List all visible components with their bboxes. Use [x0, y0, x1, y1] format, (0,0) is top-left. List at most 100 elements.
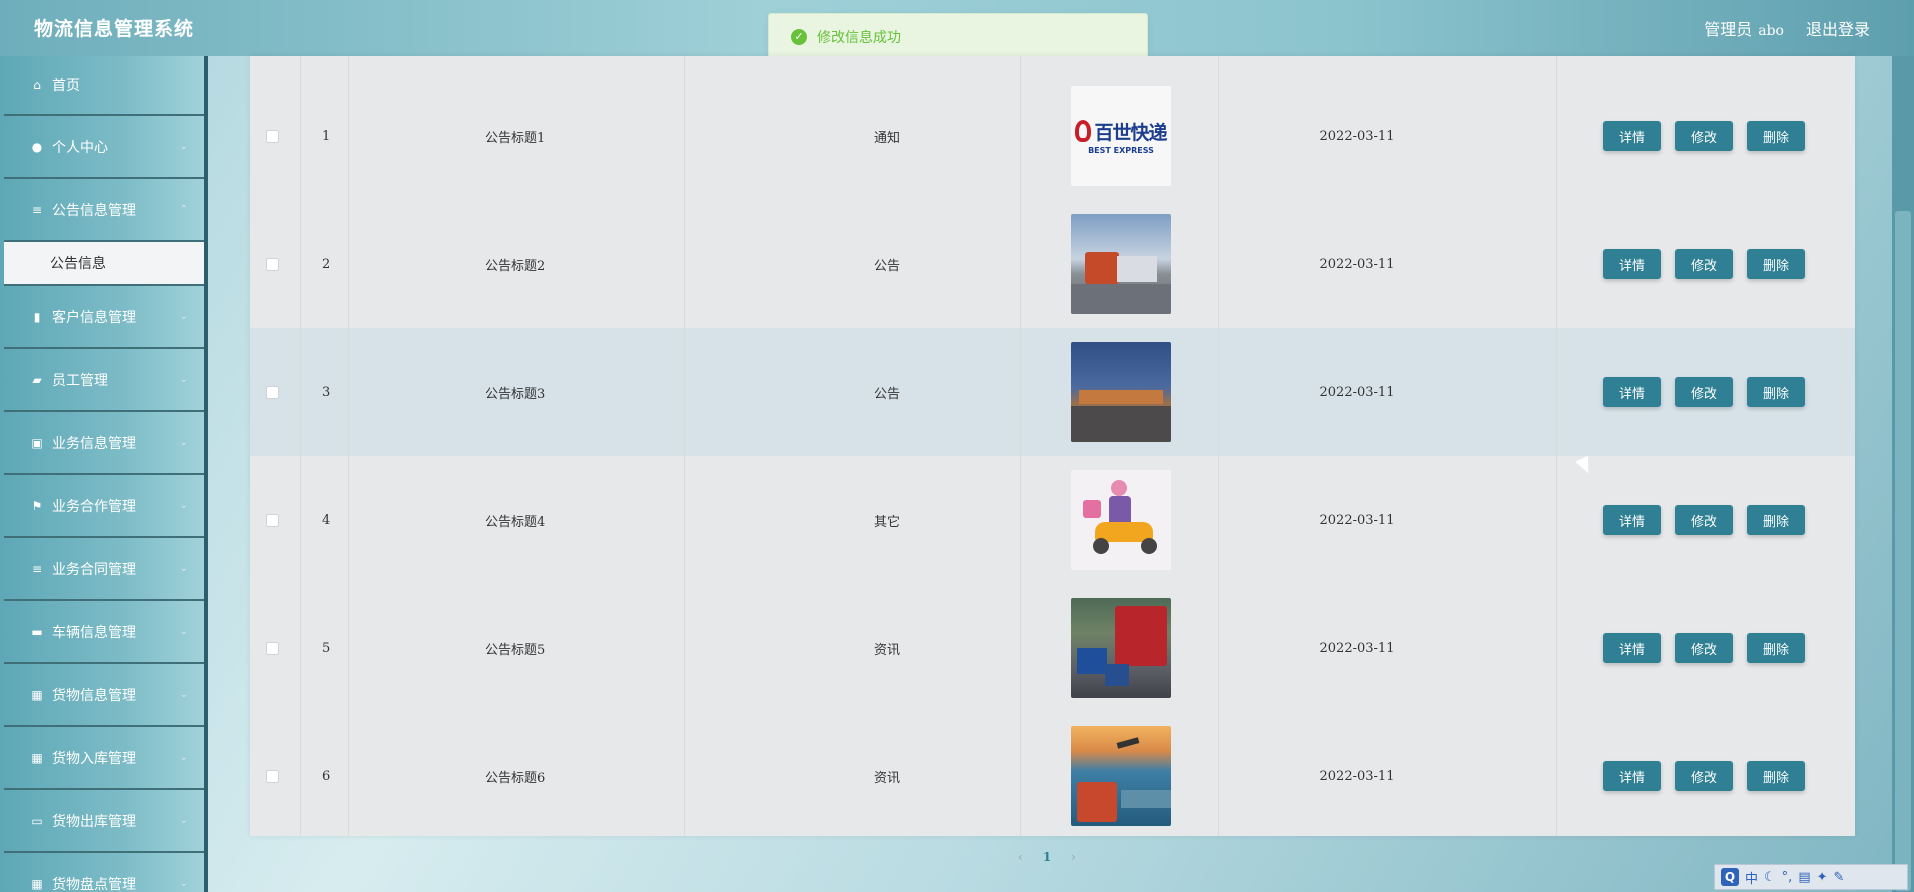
- chevron-up-icon: ⌃: [179, 204, 188, 215]
- chevron-down-icon: ⌄: [179, 563, 188, 574]
- edit-button[interactable]: 修改: [1675, 505, 1733, 535]
- sidebar-item-goods-info[interactable]: ▦ 货物信息管理 ⌄: [4, 664, 204, 727]
- success-toast: ✓ 修改信息成功: [768, 13, 1148, 61]
- delete-button[interactable]: 删除: [1747, 377, 1805, 407]
- logout-button[interactable]: 退出登录: [1806, 16, 1870, 40]
- ime-toolbar: Q 中 ☾ °, ▤ ✦ ✎: [1714, 864, 1908, 890]
- page-number-current[interactable]: 1: [1043, 850, 1051, 864]
- detail-button[interactable]: 详情: [1603, 633, 1661, 663]
- sidebar-item-vehicle-info[interactable]: ▬ 车辆信息管理 ⌄: [4, 601, 204, 664]
- wrench-icon[interactable]: ✎: [1834, 870, 1845, 885]
- page-scrollbar[interactable]: [1892, 56, 1914, 892]
- sidebar-item-business-contract[interactable]: ≡ 业务合同管理 ⌄: [4, 538, 204, 601]
- sidebar-item-profile[interactable]: ● 个人中心 ⌄: [4, 116, 204, 179]
- delete-button[interactable]: 删除: [1747, 761, 1805, 791]
- logo-cn-text: 百世快递: [1094, 121, 1167, 144]
- sidebar-item-label: 首页: [52, 78, 80, 94]
- sidebar-item-goods-inventory[interactable]: ▦ 货物盘点管理 ⌄: [4, 853, 204, 892]
- detail-button[interactable]: 详情: [1603, 249, 1661, 279]
- column-divider: [348, 56, 349, 836]
- sidebar-item-notice-management[interactable]: ≡ 公告信息管理 ⌃: [4, 179, 204, 242]
- column-divider: [300, 56, 301, 836]
- table-row[interactable]: 4 公告标题4 其它 2022-03-11 详情 修改 删除: [250, 456, 1855, 584]
- row-index: 5: [322, 640, 331, 656]
- ime-logo-icon[interactable]: Q: [1721, 868, 1739, 886]
- keyboard-icon[interactable]: ▤: [1798, 870, 1810, 885]
- moon-icon[interactable]: ☾: [1764, 870, 1776, 885]
- sidebar-item-business-info[interactable]: ▣ 业务信息管理 ⌄: [4, 412, 204, 475]
- edit-button[interactable]: 修改: [1675, 121, 1733, 151]
- row-image[interactable]: 百世快递 BEST EXPRESS: [1071, 72, 1171, 200]
- detail-button[interactable]: 详情: [1603, 505, 1661, 535]
- row-title: 公告标题5: [485, 642, 546, 658]
- row-checkbox[interactable]: [266, 72, 280, 200]
- column-divider: [1556, 56, 1557, 836]
- row-date: 2022-03-11: [1319, 256, 1395, 272]
- punctuation-icon[interactable]: °,: [1782, 870, 1793, 885]
- grid-icon: ▦: [31, 876, 43, 891]
- toolbox-icon[interactable]: ✦: [1817, 870, 1828, 885]
- row-checkbox[interactable]: [266, 584, 280, 712]
- row-checkbox[interactable]: [266, 456, 280, 584]
- sidebar-item-goods-outbound[interactable]: ▭ 货物出库管理 ⌄: [4, 790, 204, 853]
- table-row[interactable]: 1 公告标题1 通知 百世快递 BEST EXPRESS 2022-03-11 …: [250, 72, 1855, 200]
- sidebar-item-label: 业务合作管理: [52, 498, 136, 515]
- table-row[interactable]: 6 公告标题6 资讯 2022-03-11 详情 修改 删除: [250, 712, 1855, 840]
- detail-button[interactable]: 详情: [1603, 377, 1661, 407]
- briefcase-icon: ▰: [32, 372, 42, 387]
- user-icon: ●: [31, 139, 43, 154]
- sidebar-item-home[interactable]: ⌂ 首页: [4, 56, 204, 116]
- delete-button[interactable]: 删除: [1747, 121, 1805, 151]
- edit-button[interactable]: 修改: [1675, 761, 1733, 791]
- delete-button[interactable]: 删除: [1747, 505, 1805, 535]
- row-title: 公告标题1: [485, 130, 546, 146]
- sidebar-item-customer-management[interactable]: ▮ 客户信息管理 ⌄: [4, 286, 204, 349]
- table-row[interactable]: 3 公告标题3 公告 2022-03-11 详情 修改 删除: [250, 328, 1855, 456]
- row-actions: 详情 修改 删除: [1603, 200, 1805, 328]
- next-page-button[interactable]: ›: [1071, 850, 1076, 864]
- row-image[interactable]: [1071, 584, 1171, 712]
- pagination: ‹ 1 ›: [1018, 850, 1076, 864]
- sidebar-item-staff-management[interactable]: ▰ 员工管理 ⌄: [4, 349, 204, 412]
- row-actions: 详情 修改 删除: [1603, 72, 1805, 200]
- row-title: 公告标题6: [485, 770, 546, 786]
- edit-button[interactable]: 修改: [1675, 377, 1733, 407]
- sidebar-subitem-notice-info[interactable]: 公告信息: [4, 242, 204, 286]
- sidebar-item-business-cooperation[interactable]: ⚑ 业务合作管理 ⌄: [4, 475, 204, 538]
- edit-button[interactable]: 修改: [1675, 249, 1733, 279]
- row-actions: 详情 修改 删除: [1603, 328, 1805, 456]
- detail-button[interactable]: 详情: [1603, 121, 1661, 151]
- row-checkbox[interactable]: [266, 200, 280, 328]
- chevron-down-icon: ⌄: [179, 878, 188, 889]
- prev-page-button[interactable]: ‹: [1018, 850, 1023, 864]
- edit-button[interactable]: 修改: [1675, 633, 1733, 663]
- row-image[interactable]: [1071, 456, 1171, 584]
- sidebar-item-label: 公告信息: [50, 256, 106, 272]
- scrollbar-thumb[interactable]: [1895, 211, 1911, 891]
- row-checkbox[interactable]: [266, 712, 280, 840]
- sidebar-item-goods-inbound[interactable]: ▦ 货物入库管理 ⌄: [4, 727, 204, 790]
- monitor-icon: ▬: [31, 624, 43, 639]
- red-truck-loading-photo: [1071, 598, 1171, 698]
- ime-mode[interactable]: 中: [1745, 868, 1758, 887]
- best-express-logo: 百世快递 BEST EXPRESS: [1071, 86, 1171, 186]
- table-row[interactable]: 2 公告标题2 公告 2022-03-11 详情 修改 删除: [250, 200, 1855, 328]
- user-role: 管理员: [1704, 20, 1753, 39]
- row-checkbox[interactable]: [266, 328, 280, 456]
- table-row[interactable]: 5 公告标题5 资讯 2022-03-11 详情 修改 删除: [250, 584, 1855, 712]
- row-actions: 详情 修改 删除: [1603, 584, 1805, 712]
- menu-icon: ≡: [31, 202, 43, 217]
- header-user-area: 管理员 abo 退出登录: [1704, 16, 1870, 40]
- detail-button[interactable]: 详情: [1603, 761, 1661, 791]
- sidebar-item-label: 货物入库管理: [52, 750, 136, 767]
- delete-button[interactable]: 删除: [1747, 633, 1805, 663]
- truck-road-photo: [1071, 214, 1171, 314]
- row-type: 公告: [873, 386, 900, 402]
- grid-icon: ▦: [31, 687, 43, 702]
- row-image[interactable]: [1071, 712, 1171, 840]
- notice-table: 1 公告标题1 通知 百世快递 BEST EXPRESS 2022-03-11 …: [250, 56, 1855, 836]
- chevron-down-icon: ⌄: [179, 689, 188, 700]
- row-image[interactable]: [1071, 200, 1171, 328]
- row-image[interactable]: [1071, 328, 1171, 456]
- delete-button[interactable]: 删除: [1747, 249, 1805, 279]
